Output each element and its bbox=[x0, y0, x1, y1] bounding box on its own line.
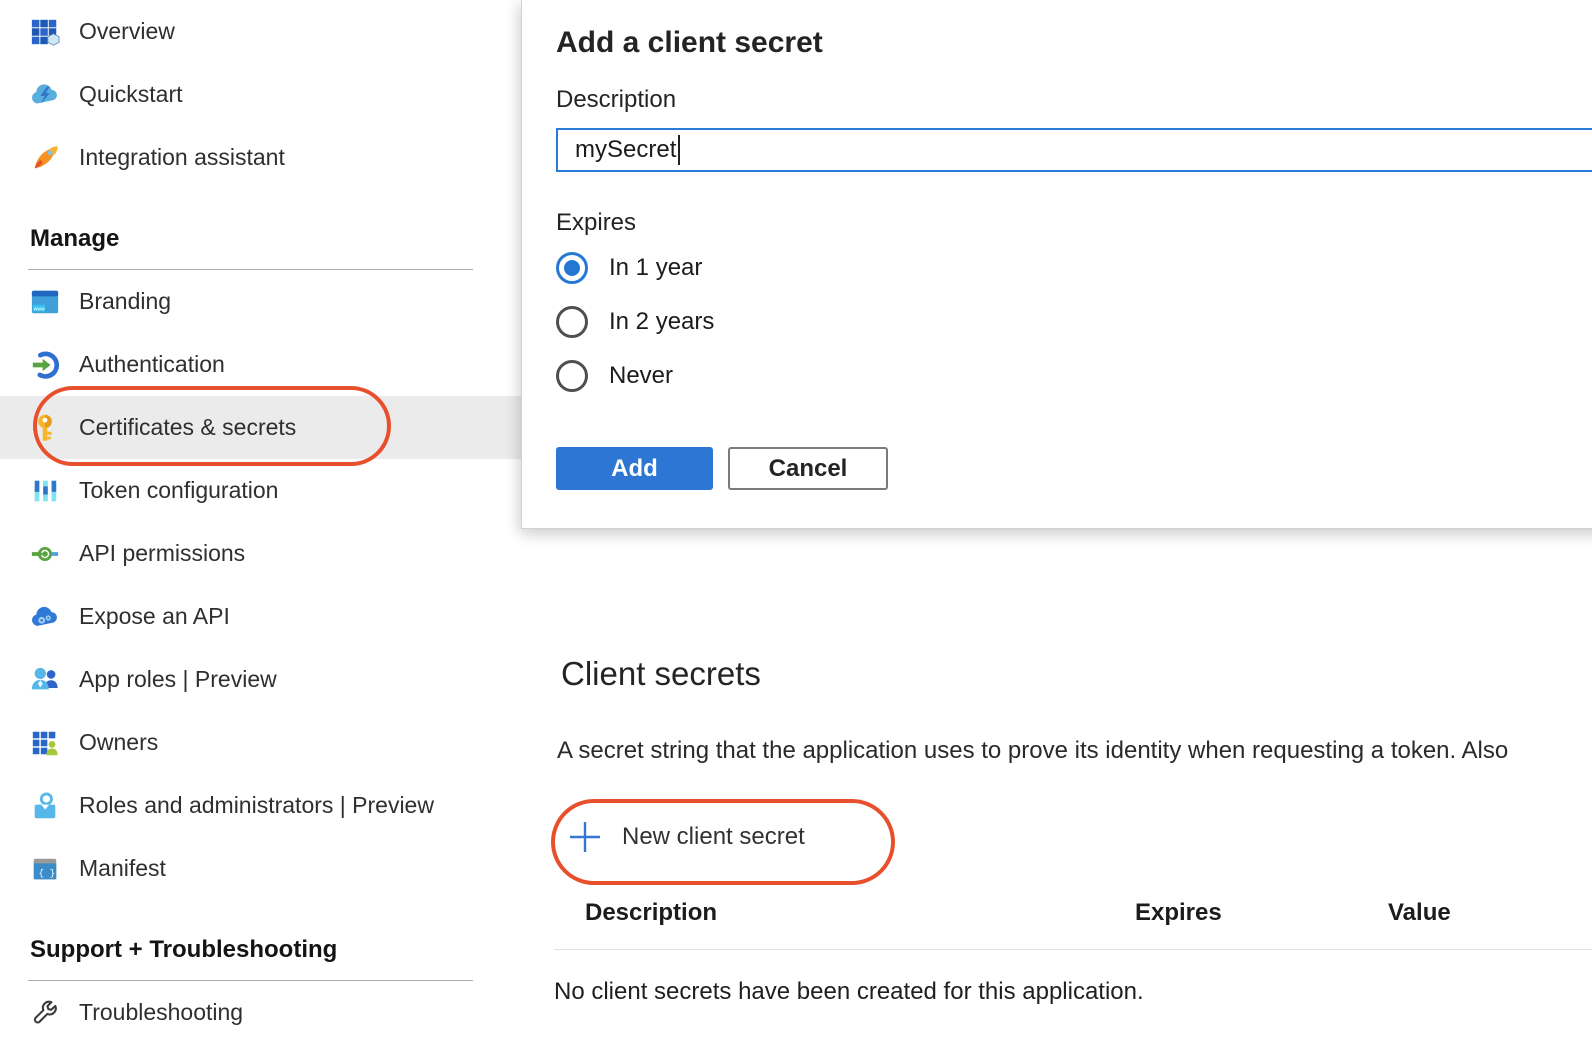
sidebar-item-label: Expose an API bbox=[79, 603, 230, 630]
sidebar-item-branding[interactable]: www Branding bbox=[0, 270, 521, 333]
sidebar-item-label: Manifest bbox=[79, 855, 166, 882]
sidebar-item-expose-an-api[interactable]: Expose an API bbox=[0, 585, 521, 648]
sidebar-item-label: Troubleshooting bbox=[79, 999, 243, 1026]
sidebar-item-overview[interactable]: Overview bbox=[0, 0, 521, 63]
column-header-value: Value bbox=[1388, 899, 1451, 927]
branding-browser-icon: www bbox=[30, 287, 60, 317]
sidebar-item-troubleshooting[interactable]: Troubleshooting bbox=[0, 981, 521, 1044]
add-client-secret-dialog: Add a client secret Description mySecret… bbox=[521, 0, 1592, 529]
rocket-icon bbox=[30, 143, 60, 173]
sidebar-item-label: Branding bbox=[79, 288, 171, 315]
sidebar-item-label: API permissions bbox=[79, 540, 245, 567]
plus-icon bbox=[567, 819, 603, 855]
description-input[interactable]: mySecret bbox=[556, 128, 1592, 172]
text-cursor bbox=[678, 135, 680, 165]
key-icon bbox=[30, 413, 60, 443]
radio-unselected-icon[interactable] bbox=[556, 360, 588, 392]
cancel-button[interactable]: Cancel bbox=[728, 447, 888, 490]
radio-label: In 1 year bbox=[609, 254, 702, 282]
sidebar-item-label: Certificates & secrets bbox=[79, 414, 296, 441]
add-button[interactable]: Add bbox=[556, 447, 713, 490]
overview-grid-icon bbox=[30, 17, 60, 47]
table-header-divider bbox=[554, 949, 1592, 950]
client-secrets-section: Client secrets A secret string that the … bbox=[521, 529, 1592, 1034]
new-client-secret-label: New client secret bbox=[622, 823, 805, 851]
new-client-secret-button[interactable]: New client secret bbox=[567, 819, 805, 855]
sidebar-item-authentication[interactable]: Authentication bbox=[0, 333, 521, 396]
sidebar-item-manifest[interactable]: { } Manifest bbox=[0, 837, 521, 900]
sidebar-item-certificates-secrets[interactable]: Certificates & secrets bbox=[0, 396, 521, 459]
sidebar-item-label: Integration assistant bbox=[79, 144, 285, 171]
sidebar-item-label: Overview bbox=[79, 18, 175, 45]
radio-selected-icon[interactable] bbox=[556, 252, 588, 284]
radio-expires-1-year[interactable]: In 1 year bbox=[556, 252, 702, 284]
sidebar-item-integration-assistant[interactable]: Integration assistant bbox=[0, 126, 521, 189]
sidebar-item-label: Quickstart bbox=[79, 81, 183, 108]
sidebar-item-label: Token configuration bbox=[79, 477, 278, 504]
expires-label: Expires bbox=[556, 209, 636, 237]
sidebar-item-api-permissions[interactable]: API permissions bbox=[0, 522, 521, 585]
dialog-title: Add a client secret bbox=[556, 26, 823, 60]
grid-person-icon bbox=[30, 728, 60, 758]
radio-expires-never[interactable]: Never bbox=[556, 360, 673, 392]
sidebar-item-token-configuration[interactable]: Token configuration bbox=[0, 459, 521, 522]
token-sliders-icon bbox=[30, 476, 60, 506]
client-secrets-heading: Client secrets bbox=[561, 655, 761, 693]
radio-expires-2-years[interactable]: In 2 years bbox=[556, 306, 714, 338]
sidebar-item-roles-and-administrators[interactable]: Roles and administrators | Preview bbox=[0, 774, 521, 837]
description-input-value: mySecret bbox=[575, 136, 676, 164]
svg-text:{ }: { } bbox=[38, 867, 55, 878]
api-connector-icon bbox=[30, 539, 60, 569]
sidebar-item-app-roles[interactable]: App roles | Preview bbox=[0, 648, 521, 711]
sidebar-section-support-troubleshooting: Support + Troubleshooting bbox=[0, 900, 521, 964]
sidebar-section-manage: Manage bbox=[0, 189, 521, 253]
code-braces-icon: { } bbox=[30, 854, 60, 884]
sidebar-item-label: App roles | Preview bbox=[79, 666, 277, 693]
client-secrets-description: A secret string that the application use… bbox=[557, 737, 1508, 765]
radio-unselected-icon[interactable] bbox=[556, 306, 588, 338]
sidebar-item-owners[interactable]: Owners bbox=[0, 711, 521, 774]
svg-text:www: www bbox=[34, 306, 45, 312]
authentication-signin-icon bbox=[30, 350, 60, 380]
empty-state-message: No client secrets have been created for … bbox=[554, 978, 1144, 1006]
sidebar-item-label: Authentication bbox=[79, 351, 225, 378]
wrench-icon bbox=[30, 998, 60, 1028]
description-label: Description bbox=[556, 86, 676, 114]
sidebar-item-quickstart[interactable]: Quickstart bbox=[0, 63, 521, 126]
quickstart-cloud-bolt-icon bbox=[30, 80, 60, 110]
azure-app-registration-certificates-page: { "sidebar": { "section_headers": ["Mana… bbox=[0, 0, 1592, 1034]
app-registration-sidebar: Overview Quickstart Integration assistan… bbox=[0, 0, 521, 1034]
sidebar-item-label: Roles and administrators | Preview bbox=[79, 792, 434, 819]
column-header-expires: Expires bbox=[1135, 899, 1222, 927]
cloud-gear-icon bbox=[30, 602, 60, 632]
column-header-description: Description bbox=[585, 899, 717, 927]
people-icon bbox=[30, 665, 60, 695]
admin-person-icon bbox=[30, 791, 60, 821]
sidebar-item-label: Owners bbox=[79, 729, 158, 756]
radio-label: In 2 years bbox=[609, 308, 714, 336]
radio-label: Never bbox=[609, 362, 673, 390]
